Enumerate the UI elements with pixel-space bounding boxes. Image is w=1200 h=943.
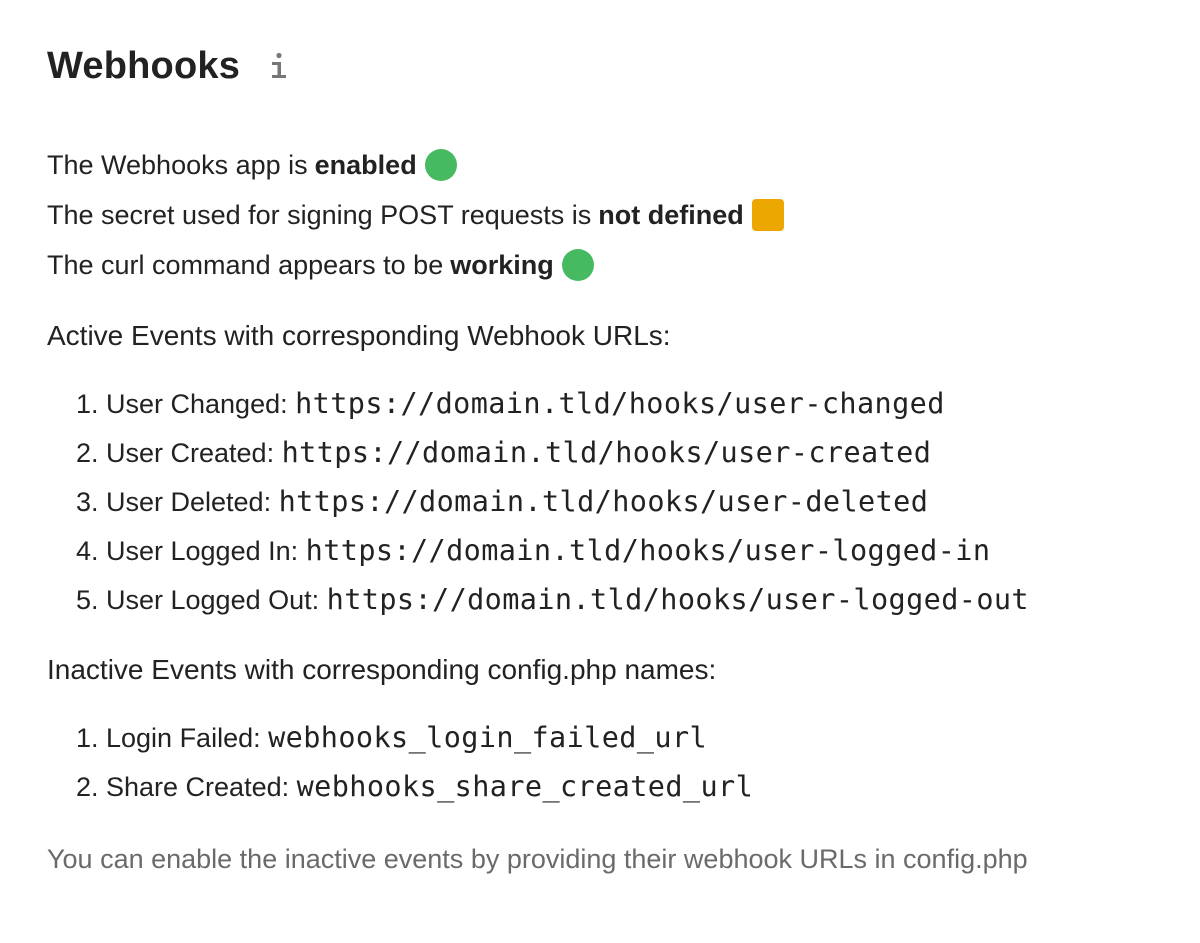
event-label: User Created:: [106, 438, 275, 468]
event-url: https://domain.tld/hooks/user-deleted: [278, 485, 929, 518]
active-events-title: Active Events with corresponding Webhook…: [47, 320, 671, 351]
event-url: https://domain.tld/hooks/user-logged-out: [326, 583, 1029, 616]
list-item: User Logged Out: https://domain.tld/hook…: [106, 575, 1157, 624]
inactive-events-list: Login Failed: webhooks_login_failed_url …: [47, 713, 1157, 811]
event-label: User Logged In:: [106, 536, 299, 566]
event-label: User Logged Out:: [106, 585, 320, 615]
status-secret-text: The secret used for signing POST request…: [47, 199, 592, 230]
page-title: Webhooks: [47, 44, 241, 87]
status-curl-value: working: [450, 249, 554, 280]
list-item: User Created: https://domain.tld/hooks/u…: [106, 428, 1157, 477]
config-name: webhooks_share_created_url: [296, 770, 754, 803]
hint-text: You can enable the inactive events by pr…: [47, 844, 1028, 874]
event-url: https://domain.tld/hooks/user-logged-in: [305, 534, 991, 567]
status-ok-icon: [561, 249, 594, 281]
status-warning-icon: [751, 199, 784, 231]
section-header: Webhooks: [47, 38, 1157, 94]
event-label: User Changed:: [106, 389, 288, 419]
inactive-events-title: Inactive Events with corresponding confi…: [47, 654, 717, 685]
status-secret: The secret used for signing POST request…: [47, 190, 1157, 240]
info-icon[interactable]: [268, 51, 290, 81]
status-app-value: enabled: [314, 149, 417, 180]
list-item: User Logged In: https://domain.tld/hooks…: [106, 526, 1157, 575]
list-item: Share Created: webhooks_share_created_ur…: [106, 762, 1157, 811]
status-curl-text: The curl command appears to be: [47, 249, 444, 280]
list-item: User Deleted: https://domain.tld/hooks/u…: [106, 477, 1157, 526]
status-ok-icon: [424, 149, 457, 181]
config-name: webhooks_login_failed_url: [268, 721, 708, 754]
event-url: https://domain.tld/hooks/user-created: [281, 436, 932, 469]
status-secret-value: not defined: [598, 199, 744, 230]
status-block: The Webhooks app is enabled The secret u…: [47, 140, 1157, 290]
status-app-text: The Webhooks app is: [47, 149, 308, 180]
event-label: User Deleted:: [106, 487, 272, 517]
event-url: https://domain.tld/hooks/user-changed: [295, 387, 945, 420]
webhooks-section: Webhooks The Webhooks app is enabled The…: [47, 38, 1157, 879]
active-events-list: User Changed: https://domain.tld/hooks/u…: [47, 379, 1157, 624]
list-item: User Changed: https://domain.tld/hooks/u…: [106, 379, 1157, 428]
list-item: Login Failed: webhooks_login_failed_url: [106, 713, 1157, 762]
status-app: The Webhooks app is enabled: [47, 140, 1157, 190]
info-icon-glyph: [272, 52, 287, 78]
event-label: Login Failed:: [106, 723, 261, 753]
event-label: Share Created:: [106, 772, 290, 802]
status-curl: The curl command appears to be working: [47, 240, 1157, 290]
